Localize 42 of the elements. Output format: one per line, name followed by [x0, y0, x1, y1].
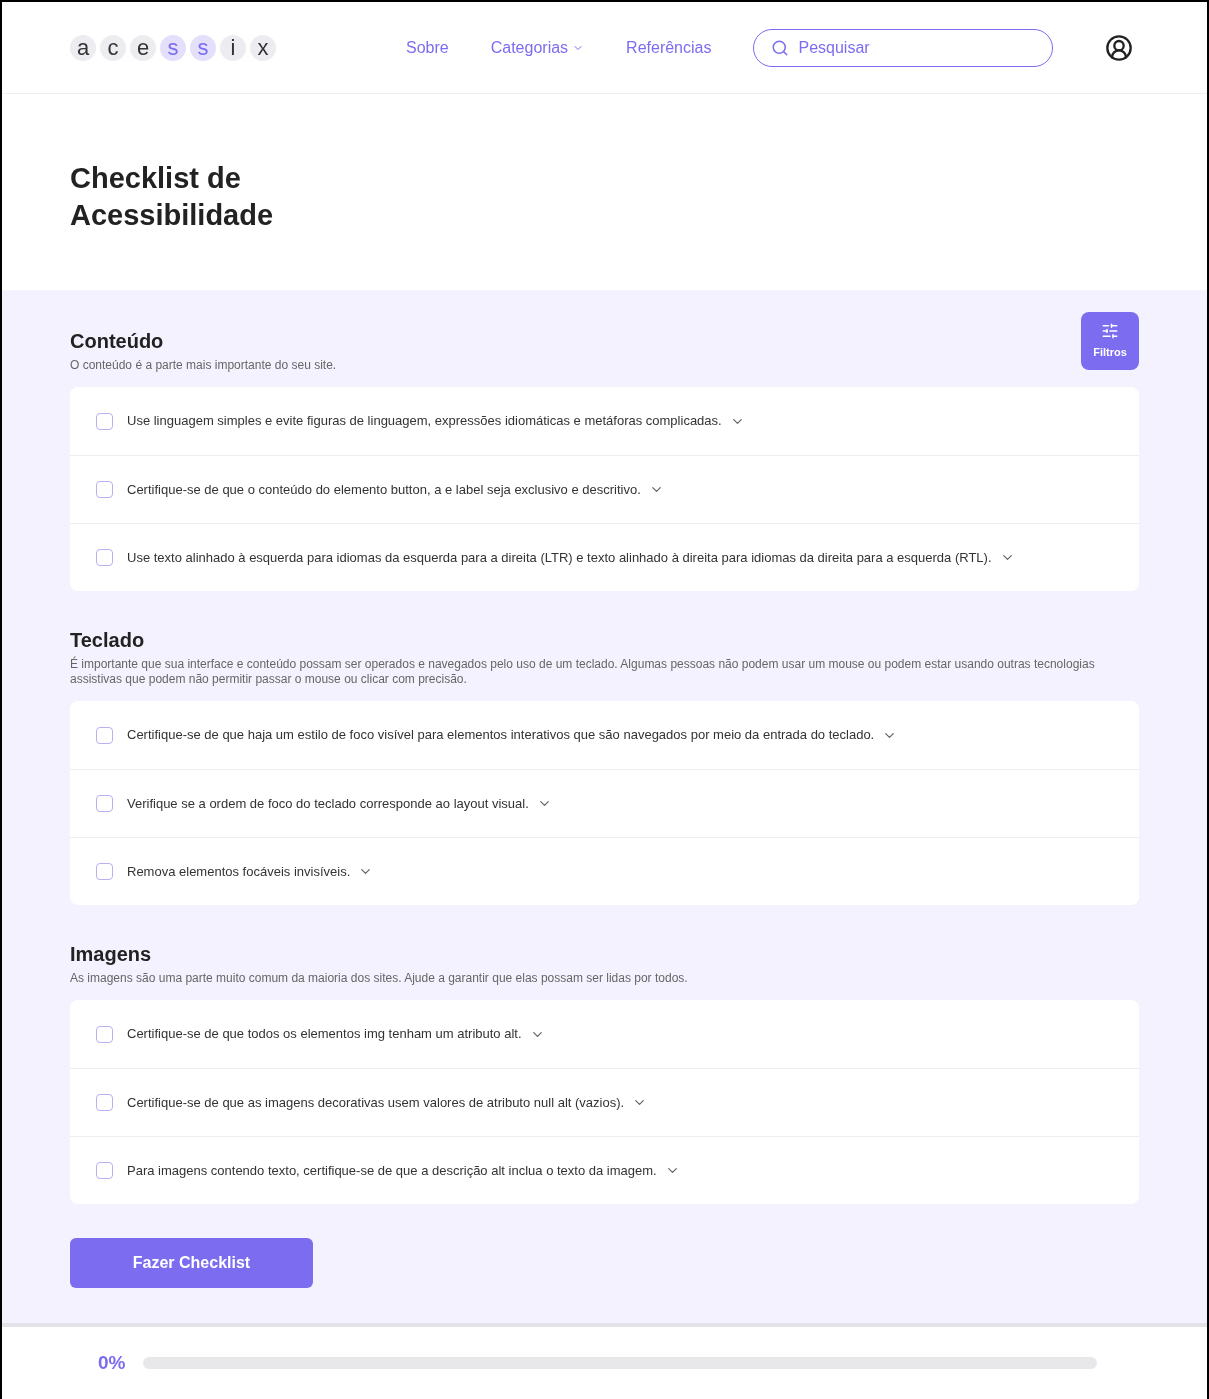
checklist-item[interactable]: Remova elementos focáveis invisíveis. [127, 861, 351, 882]
checkbox[interactable] [96, 1025, 113, 1043]
checklist-item[interactable]: Certifique-se de que haja um estilo de foco visível para elementos interativos que são navegados por meio da entrada do teclado. [127, 725, 875, 745]
search-icon [771, 38, 790, 57]
page-title: Checklist de Acessibilidade [70, 161, 275, 233]
checkbox[interactable] [96, 1162, 113, 1179]
logo-letter: c [100, 34, 126, 61]
logo-letter: s [190, 34, 216, 61]
section-title: Teclado [70, 628, 146, 653]
checklist-item[interactable]: Certifique-se de que as imagens decorativas usem valores de atributo null alt (vazios). [127, 1092, 625, 1113]
progress-reading: 0% [98, 1350, 126, 1375]
checklist-item[interactable]: Use linguagem simples e evite figuras de linguagem, expressões idiomáticas e metáforas complicadas. [127, 411, 722, 431]
logo-letter: i [220, 34, 246, 61]
filter-button[interactable]: Filtros [1081, 312, 1139, 370]
nav-link[interactable]: Referências [626, 35, 712, 60]
checklist-item[interactable]: Certifique-se de que todos os elementos img tenham um atributo alt. [127, 1024, 522, 1044]
section-description: As imagens são uma parte muito comum da maioria dos sites. Ajude a garantir que elas possam ser lidas por todos. [70, 971, 689, 986]
checklist-item[interactable]: Certifique-se de que o conteúdo do elemento button, a e label seja exclusivo e descritivo. [127, 479, 641, 500]
logo-letter: s [160, 34, 186, 61]
logo-letter: a [70, 34, 96, 61]
checkbox[interactable] [96, 1094, 113, 1111]
nav-link[interactable]: Categorias [490, 35, 585, 60]
checkbox[interactable] [96, 795, 113, 812]
checklist-item[interactable]: Verifique se a ordem de foco do teclado corresponde ao layout visual. [127, 793, 529, 814]
logo-letter: e [130, 34, 156, 61]
section-title: Conteúdo [70, 329, 165, 354]
section-description: O conteúdo é a parte mais importante do seu site. [70, 358, 338, 373]
checklist-item[interactable]: Use texto alinhado à esquerda para idiomas da esquerda para a direita (LTR) e texto alinhado à direita para idiomas da direita para a esquerda (RTL). [127, 547, 992, 568]
section-description: É importante que sua interface e conteúdo possam ser operados e navegados pelo uso de um teclado. Algumas pessoas não podem usar um mouse ou podem estar usando outras tecnologias assistivas que podem não permitir passar o mouse ou clicar com precisão. [70, 657, 1096, 687]
checkbox[interactable] [96, 863, 113, 880]
checkbox[interactable] [96, 412, 113, 430]
sliders-icon [1101, 321, 1119, 340]
checkbox[interactable] [96, 726, 113, 744]
logo-letter: x [250, 34, 276, 61]
section-title: Imagens [70, 942, 153, 967]
search-field[interactable]: Pesquisar [753, 28, 1054, 67]
nav-link[interactable]: Sobre [406, 35, 449, 60]
user-icon[interactable] [1105, 33, 1133, 62]
checklist-item[interactable]: Para imagens contendo texto, certifique-se de que a descrição alt inclua o texto da imagem. [127, 1160, 657, 1181]
submit-button[interactable]: Fazer Checklist [70, 1238, 313, 1288]
checkbox[interactable] [96, 549, 113, 566]
checkbox[interactable] [96, 481, 113, 498]
